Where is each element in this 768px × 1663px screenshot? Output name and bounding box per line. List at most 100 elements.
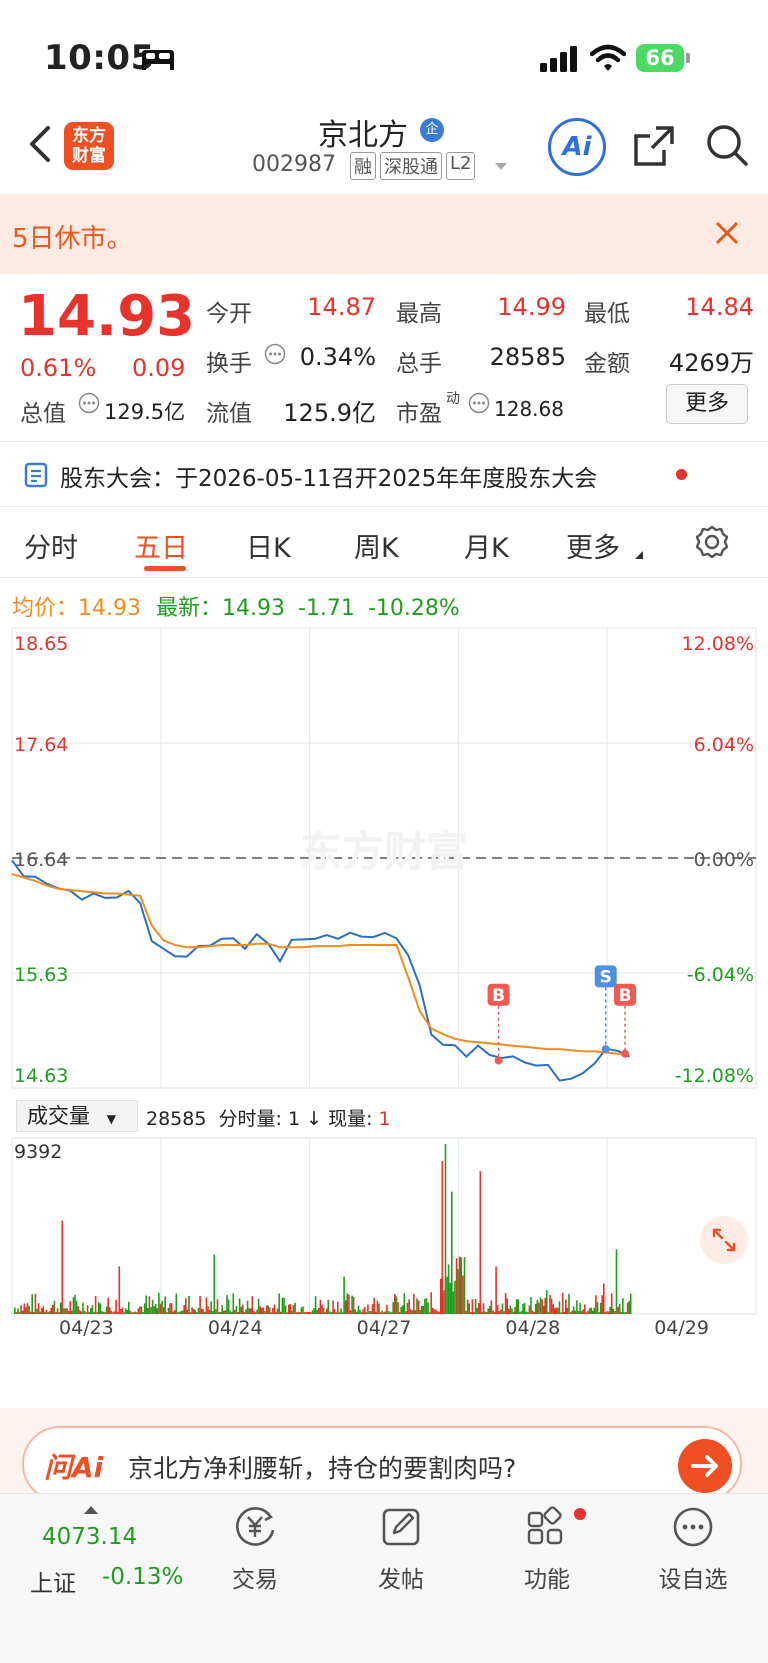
volume-bar xyxy=(109,1307,111,1314)
tab-five-day[interactable]: 五日 xyxy=(134,526,188,565)
expand-button[interactable] xyxy=(700,1216,748,1264)
volume-bar xyxy=(308,1312,311,1314)
volume-bar xyxy=(245,1309,247,1314)
share-icon[interactable] xyxy=(632,124,676,168)
volume-bar xyxy=(468,1303,470,1314)
close-icon[interactable] xyxy=(714,220,740,246)
current-price: 14.93 xyxy=(18,284,196,349)
volume-bar xyxy=(346,1293,349,1314)
tab-month-k[interactable]: 月K xyxy=(464,526,509,565)
volume-bar xyxy=(251,1296,254,1314)
ai-bar-bg: 问Ai 京北方净利腰斩，持仓的要割肉吗? xyxy=(0,1408,768,1502)
volume-bar xyxy=(313,1308,315,1314)
volume-bar xyxy=(433,1309,436,1314)
volume-chart[interactable]: 9392 04/23 04/24 04/27 04/28 04/29 xyxy=(0,1136,768,1336)
volume-bar xyxy=(365,1312,368,1314)
volume-bar xyxy=(47,1312,49,1314)
info-dots-icon[interactable] xyxy=(78,392,100,414)
volume-bar xyxy=(539,1297,542,1314)
volume-bar xyxy=(343,1276,345,1314)
change-amount: 0.09 xyxy=(132,354,186,382)
shareholder-meeting-row[interactable]: 股东大会：于2026-05-11召开2025年年度股东大会 xyxy=(0,441,768,507)
functions-button[interactable]: 功能 xyxy=(492,1504,602,1594)
avg-price-line xyxy=(11,873,630,1055)
search-icon[interactable] xyxy=(704,122,750,168)
tab-day-k[interactable]: 日K xyxy=(246,526,291,565)
trade-button[interactable]: 交易 xyxy=(200,1504,310,1594)
volume-bar xyxy=(21,1310,24,1314)
trade-marker-label: B xyxy=(619,986,632,1006)
dropdown-icon[interactable] xyxy=(494,162,508,172)
volume-bar xyxy=(466,1299,469,1314)
apps-icon xyxy=(527,1506,563,1545)
volume-bar xyxy=(427,1302,429,1314)
volume-bar xyxy=(606,1311,608,1314)
volume-bar xyxy=(137,1308,140,1314)
volume-bar xyxy=(281,1297,284,1314)
volume-bar xyxy=(131,1312,133,1314)
wifi-icon xyxy=(590,44,626,71)
volume-bar xyxy=(479,1171,482,1314)
volume-bar xyxy=(99,1303,102,1314)
tab-fenshi[interactable]: 分时 xyxy=(24,526,78,565)
volume-bar xyxy=(439,1278,442,1314)
back-icon[interactable] xyxy=(26,124,56,164)
volume-bar xyxy=(474,1299,477,1314)
volume-bar xyxy=(34,1293,37,1314)
volume-bar xyxy=(283,1297,285,1314)
volume-bar xyxy=(113,1311,116,1314)
ai-send-button[interactable] xyxy=(678,1439,732,1493)
high-label: 最高 xyxy=(396,301,442,327)
volume-bar xyxy=(169,1303,171,1314)
volume-bar xyxy=(595,1295,597,1314)
volume-bar xyxy=(580,1311,583,1314)
volume-bar xyxy=(387,1311,390,1314)
volume-bar xyxy=(511,1308,513,1314)
volume-bar xyxy=(572,1306,575,1314)
volume-bar xyxy=(143,1303,146,1314)
info-dots-icon[interactable] xyxy=(264,343,286,365)
volume-bar xyxy=(325,1308,328,1314)
volume-bar xyxy=(533,1311,535,1314)
ai-button[interactable]: Ai xyxy=(548,118,606,176)
trade-marker-dot xyxy=(494,1056,503,1065)
app-logo[interactable]: 东方财富 xyxy=(64,122,114,170)
volume-bar xyxy=(587,1310,589,1314)
date-label: 04/29 xyxy=(654,1317,709,1336)
volume-bar xyxy=(571,1310,573,1314)
volume-bar xyxy=(185,1298,187,1314)
volume-bar xyxy=(489,1306,491,1314)
volume-bar xyxy=(519,1312,521,1314)
post-button[interactable]: 发帖 xyxy=(346,1504,456,1594)
volume-bar xyxy=(471,1299,474,1314)
tab-week-k[interactable]: 周K xyxy=(354,526,399,565)
volume-bar xyxy=(156,1308,159,1314)
volume-bar xyxy=(565,1299,567,1314)
more-quote-button[interactable]: 更多 xyxy=(666,384,748,424)
info-dots-icon[interactable] xyxy=(468,392,490,414)
volume-bar xyxy=(294,1302,296,1314)
volume-bar xyxy=(25,1307,27,1314)
volume-bar xyxy=(604,1312,607,1314)
volume-bar xyxy=(414,1310,417,1314)
indicator-selector[interactable]: 成交量 ▼ xyxy=(16,1100,138,1132)
volume-bar xyxy=(189,1312,192,1314)
price-chart[interactable]: 东方财富 18.65 17.64 16.64 15.63 14.63 12.08% 6.04%… xyxy=(0,616,768,1116)
volume-bar xyxy=(200,1309,203,1314)
volume-total: 28585 xyxy=(146,1108,207,1130)
volume-frame xyxy=(11,1137,757,1315)
tab-more[interactable]: 更多 xyxy=(566,526,620,565)
pct-tick-label: -6.04% xyxy=(687,964,754,986)
ai-question-bar[interactable]: 问Ai 京北方净利腰斩，持仓的要割肉吗? xyxy=(22,1426,742,1502)
volume-bar xyxy=(455,1258,458,1314)
tag-level2: L2 xyxy=(446,152,476,180)
volume-bar xyxy=(142,1312,144,1314)
volume-bar xyxy=(360,1312,363,1314)
add-watchlist-button[interactable]: 设自选 xyxy=(638,1504,748,1594)
volume-bar xyxy=(547,1312,550,1314)
volume-bar xyxy=(615,1249,618,1314)
sleep-bed-icon xyxy=(142,50,174,70)
volume-bar xyxy=(208,1309,211,1314)
volume-bar xyxy=(477,1303,480,1314)
settings-icon[interactable] xyxy=(694,524,730,560)
